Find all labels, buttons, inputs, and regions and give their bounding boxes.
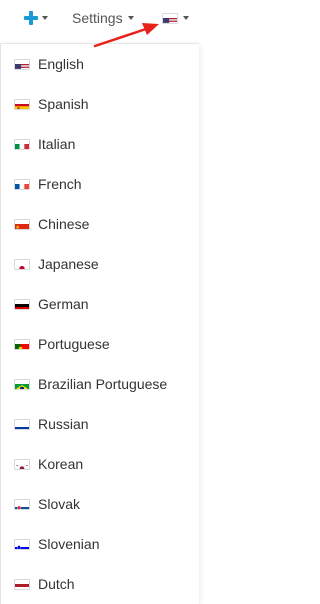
language-option-label: Italian (38, 136, 75, 152)
language-option-label: Korean (38, 456, 83, 472)
language-option-label: German (38, 296, 89, 312)
language-option-label: Russian (38, 416, 89, 432)
language-option-label: Slovak (38, 496, 80, 512)
language-option-chinese[interactable]: Chinese (1, 204, 198, 244)
fr-flag-icon (14, 179, 30, 190)
language-option-label: Spanish (38, 96, 89, 112)
language-option-label: Dutch (38, 576, 75, 592)
settings-label: Settings (72, 10, 123, 26)
language-option-brazilian-portuguese[interactable]: Brazilian Portuguese (1, 364, 198, 404)
language-option-label: French (38, 176, 82, 192)
br-flag-icon (14, 379, 30, 390)
add-dropdown-button[interactable] (24, 6, 48, 30)
language-option-label: Chinese (38, 216, 89, 232)
caret-down-icon (183, 16, 189, 20)
top-toolbar: Settings (0, 0, 201, 36)
de-flag-icon (14, 299, 30, 310)
language-option-korean[interactable]: Korean (1, 444, 198, 484)
sk-flag-icon (14, 499, 30, 510)
language-option-japanese[interactable]: Japanese (1, 244, 198, 284)
language-option-spanish[interactable]: Spanish (1, 84, 198, 124)
language-option-german[interactable]: German (1, 284, 198, 324)
cn-flag-icon (14, 219, 30, 230)
language-option-portuguese[interactable]: Portuguese (1, 324, 198, 364)
plus-icon (24, 11, 38, 25)
nl-flag-icon (14, 579, 30, 590)
language-dropdown-button[interactable] (162, 10, 189, 26)
settings-dropdown-button[interactable]: Settings (72, 6, 134, 30)
language-option-label: Portuguese (38, 336, 110, 352)
language-option-french[interactable]: French (1, 164, 198, 204)
language-option-label: Brazilian Portuguese (38, 376, 167, 392)
language-dropdown-menu: English Spanish Italian French Chinese Japane… (0, 43, 199, 604)
language-option-slovak[interactable]: Slovak (1, 484, 198, 524)
language-option-label: Japanese (38, 256, 99, 272)
language-option-english[interactable]: English (1, 44, 198, 84)
language-option-dutch[interactable]: Dutch (1, 564, 198, 604)
es-flag-icon (14, 99, 30, 110)
language-option-label: English (38, 56, 84, 72)
language-option-label: Slovenian (38, 536, 100, 552)
language-option-russian[interactable]: Russian (1, 404, 198, 444)
caret-down-icon (42, 16, 48, 20)
si-flag-icon (14, 539, 30, 550)
language-option-slovenian[interactable]: Slovenian (1, 524, 198, 564)
ru-flag-icon (14, 419, 30, 430)
pt-flag-icon (14, 339, 30, 350)
us-flag-icon (14, 59, 30, 70)
kr-flag-icon (14, 459, 30, 470)
language-option-italian[interactable]: Italian (1, 124, 198, 164)
caret-down-icon (128, 16, 134, 20)
it-flag-icon (14, 139, 30, 150)
us-flag-icon (162, 13, 178, 24)
jp-flag-icon (14, 259, 30, 270)
